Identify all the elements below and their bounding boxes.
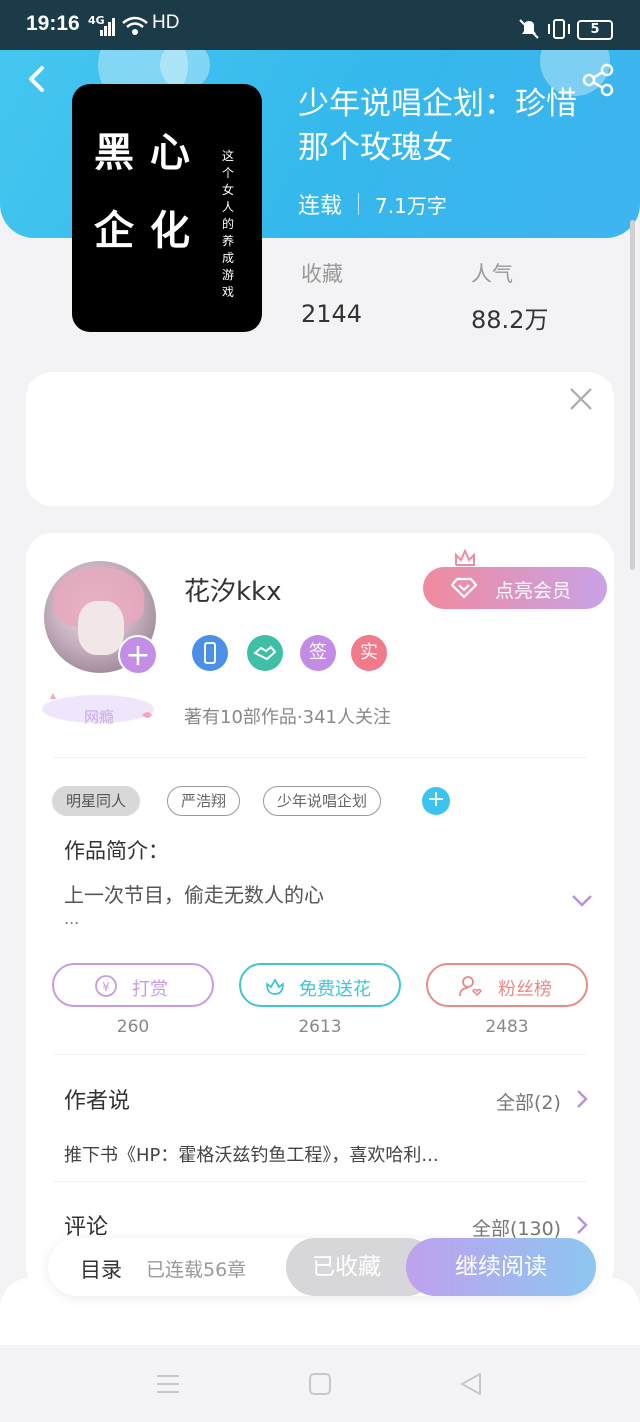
svg-text:¥: ¥ (102, 980, 110, 994)
mute-bell-icon (519, 19, 539, 39)
collect-stat: 收藏 2144 (301, 258, 362, 328)
hd-indicator: HD (152, 12, 180, 33)
follow-plus-button[interactable]: + (118, 635, 158, 675)
reward-label: 打赏 (132, 979, 168, 1000)
phone-icon (204, 642, 216, 664)
cover-subtitle: 这个女人的养成游戏 (222, 149, 235, 299)
reading-action-bar: 目录 已连载56章 已收藏 继续阅读 (48, 1238, 596, 1296)
back-arrow-icon[interactable] (22, 62, 52, 96)
reward-count: 260 (116, 1017, 150, 1037)
toc-button[interactable]: 目录 (80, 1254, 122, 1284)
phone-badge-icon[interactable] (192, 635, 228, 671)
home-icon[interactable] (307, 1371, 333, 1397)
wifi-icon (122, 16, 148, 35)
menu-icon[interactable] (155, 1371, 181, 1397)
back-triangle-icon[interactable] (458, 1371, 484, 1397)
vip-button[interactable]: 点亮会员 (423, 567, 607, 609)
comments-title: 评论 (64, 1215, 109, 1240)
chapter-count: 已连载56章 (146, 1259, 247, 1281)
divider (54, 1181, 586, 1182)
author-says-title: 作者说 (64, 1089, 131, 1114)
book-cover[interactable]: 黑 心 企 化 这个女人的养成游戏 (72, 84, 262, 332)
vibrate-icon (548, 19, 570, 39)
add-tag-button[interactable]: + (422, 787, 450, 815)
comments-all-link[interactable]: 全部(130) (472, 1214, 561, 1241)
verified-badge-icon[interactable]: 实 (351, 635, 387, 671)
meta-divider (358, 193, 360, 215)
chevron-right-icon[interactable] (576, 1089, 588, 1109)
word-count: 7.1万字 (375, 193, 447, 218)
status-bar: 19:16 4G HD 5 (0, 0, 640, 50)
intro-title: 作品简介： (64, 839, 169, 863)
vip-button-label: 点亮会员 (495, 580, 572, 602)
tag-chip[interactable]: 严浩翔 (167, 786, 241, 816)
handshake-icon (253, 645, 277, 661)
cover-title-char: 心 (150, 129, 190, 176)
battery-icon: 5 (577, 20, 613, 40)
system-nav-bar (0, 1345, 640, 1422)
signed-badge-icon[interactable]: 签 (300, 635, 336, 671)
fan-count: 2483 (485, 1017, 529, 1037)
close-icon[interactable] (568, 386, 594, 412)
fan-rank-label: 粉丝榜 (498, 979, 552, 1000)
stat-value: 88.2万 (471, 306, 549, 334)
chevron-right-icon[interactable] (576, 1215, 588, 1235)
tag-chip[interactable]: 少年说唱企划 (263, 786, 382, 816)
scrollbar[interactable] (630, 220, 635, 570)
book-meta: 连载 7.1万字 (298, 188, 447, 220)
avatar-face (78, 601, 124, 655)
level-tag-label: 网瘾 (84, 708, 115, 726)
cover-title-char: 黑 (94, 129, 134, 176)
author-stats: 著有10部作品·341人关注 (184, 707, 391, 728)
status-time: 19:16 (26, 12, 80, 35)
yen-coin-icon: ¥ (95, 975, 117, 997)
continue-reading-button[interactable]: 继续阅读 (406, 1238, 596, 1296)
serial-status: 连载 (298, 194, 343, 219)
book-title: 少年说唱企划：珍惜那个玫瑰女 (298, 86, 577, 166)
popularity-stat: 人气 88.2万 (471, 258, 548, 335)
reward-button[interactable]: ¥ 打赏 (52, 963, 214, 1007)
author-says-text[interactable]: 推下书《HP：霍格沃兹钓鱼工程》，喜欢哈利... (64, 1141, 439, 1167)
send-flower-label: 免费送花 (299, 979, 371, 1000)
intro-text: 上一次节目，偷走无数人的心 (64, 883, 324, 907)
author-name[interactable]: 花汐kkx (184, 571, 282, 608)
fan-rank-button[interactable]: 粉丝榜 (426, 963, 588, 1007)
stat-label: 人气 (471, 262, 513, 286)
flower-icon (266, 978, 284, 995)
handshake-badge-icon[interactable] (247, 635, 283, 671)
send-flower-button[interactable]: 免费送花 (239, 963, 401, 1007)
author-says-all-link[interactable]: 全部(2) (496, 1088, 561, 1115)
ad-card (26, 372, 614, 506)
divider (54, 757, 586, 758)
signal-icon (100, 18, 115, 36)
intro-ellipsis: ... (64, 909, 80, 928)
user-heart-icon (459, 976, 482, 997)
stat-label: 收藏 (301, 262, 343, 286)
flower-count: 2613 (298, 1017, 342, 1037)
cover-title-char: 化 (150, 207, 190, 254)
divider (54, 1054, 586, 1055)
tag-chip[interactable]: 明星同人 (52, 786, 141, 816)
diamond-icon (451, 577, 477, 599)
crown-icon (455, 549, 475, 566)
cover-title-char: 企 (94, 207, 134, 254)
stat-value: 2144 (301, 300, 363, 328)
expand-chevron-icon[interactable] (570, 893, 594, 909)
author-info-card: + 网瘾 花汐kkx 点亮会员 签 实 著有10部作品·341人关注 明星同人 … (26, 533, 614, 1293)
